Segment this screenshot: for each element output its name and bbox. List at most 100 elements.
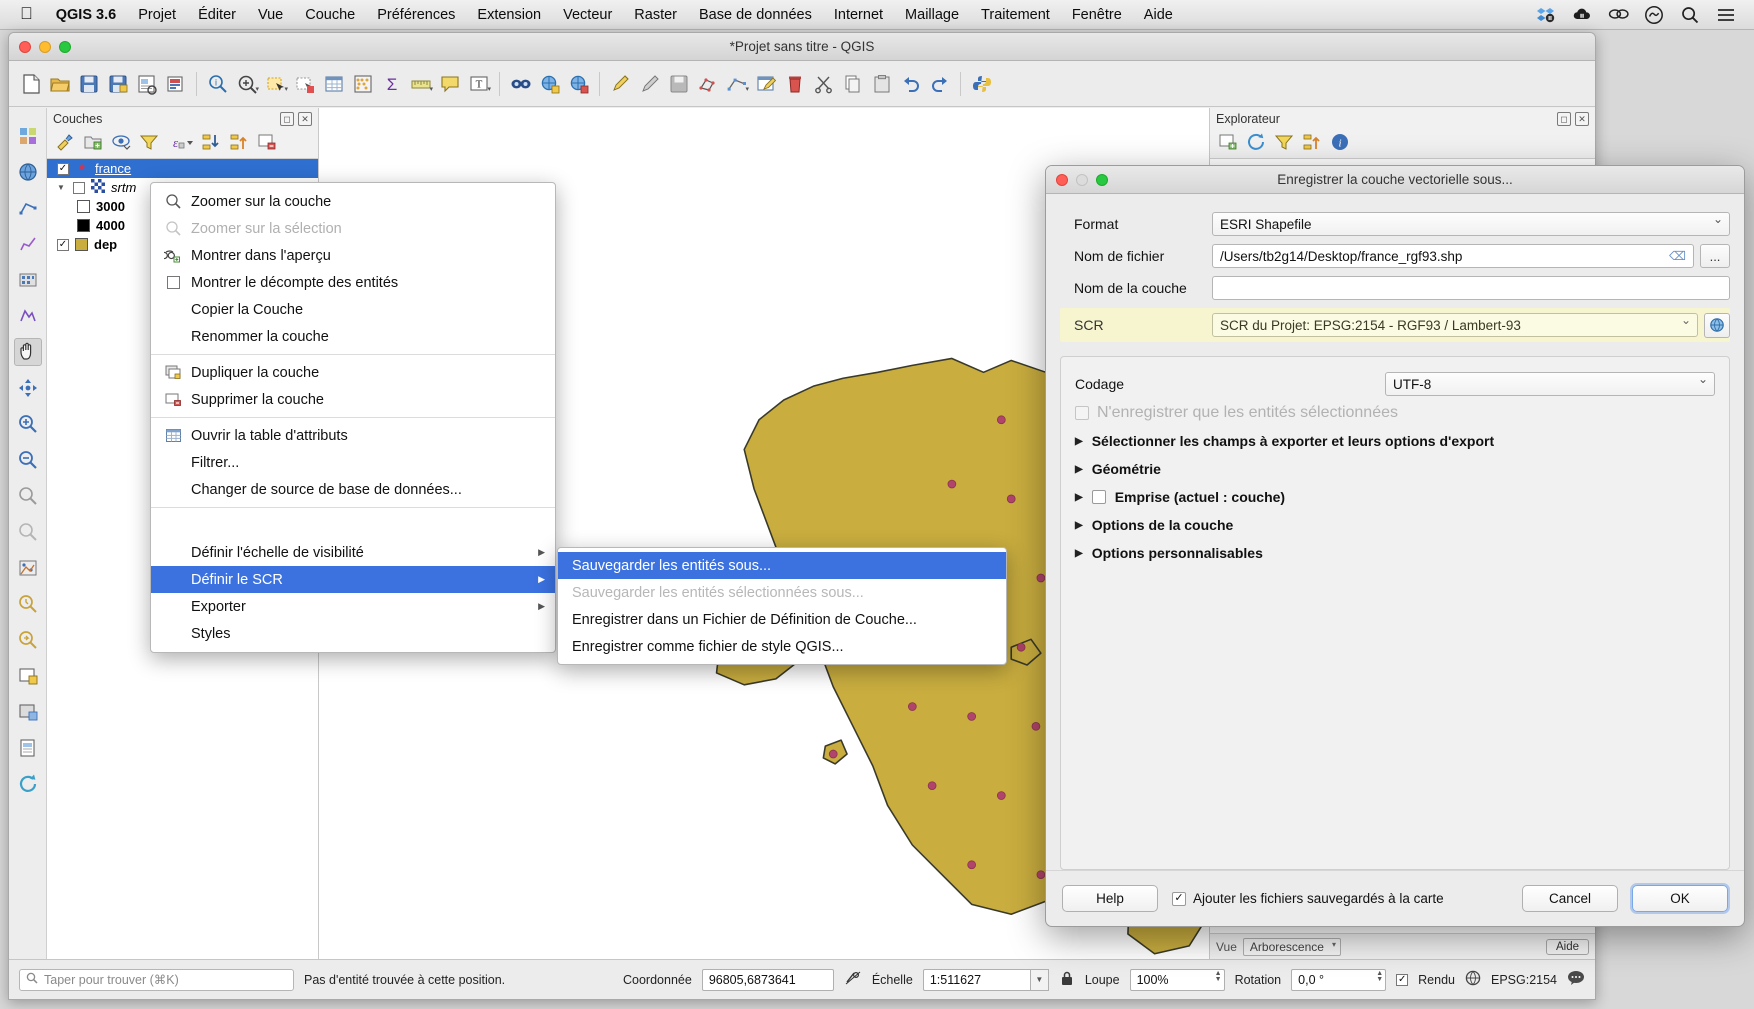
- section-custom-options[interactable]: ▶ Options personnalisables: [1075, 539, 1715, 567]
- submenu-item-save-as-layer-definition-file[interactable]: Enregistrer dans un Fichier de Définitio…: [558, 606, 1006, 633]
- chevron-right-icon[interactable]: ▶: [1075, 464, 1083, 475]
- new-spatialite-layer-icon[interactable]: [14, 230, 42, 258]
- info-icon[interactable]: i: [1330, 132, 1350, 157]
- encoding-combo[interactable]: UTF-8: [1385, 372, 1715, 396]
- context-item-open-attribute-table[interactable]: Ouvrir la table d'attributs: [151, 422, 555, 449]
- dialog-maximize-button[interactable]: [1096, 174, 1108, 186]
- magnifier-input[interactable]: 100% ▲▼: [1130, 969, 1225, 991]
- new-3d-map-view-icon[interactable]: [14, 698, 42, 726]
- deselect-features-icon[interactable]: [291, 70, 318, 97]
- context-item-show-in-overview[interactable]: Montrer dans l'aperçu: [151, 242, 555, 269]
- context-item-properties[interactable]: Styles: [151, 620, 555, 647]
- redo-icon[interactable]: [926, 70, 953, 97]
- abacus-icon[interactable]: [349, 70, 376, 97]
- layer-context-menu[interactable]: Zoomer sur la couche Zoomer sur la sélec…: [150, 182, 556, 653]
- remove-layer-or-group-icon[interactable]: [257, 132, 277, 157]
- layer-row-france[interactable]: ✓ france: [47, 159, 318, 178]
- zoom-full-icon[interactable]: [14, 482, 42, 510]
- maximize-window-button[interactable]: [59, 41, 71, 53]
- context-item-remove-layer[interactable]: Supprimer la couche: [151, 386, 555, 413]
- add-delimited-text-icon[interactable]: [14, 266, 42, 294]
- checkbox-icon[interactable]: [163, 276, 183, 289]
- layer-visibility-checkbox[interactable]: [73, 182, 85, 194]
- open-layer-styling-icon[interactable]: [55, 132, 75, 157]
- python-console-icon[interactable]: [968, 70, 995, 97]
- add-to-map-row[interactable]: ✓ Ajouter les fichiers sauvegardés à la …: [1172, 891, 1444, 906]
- select-crs-button[interactable]: [1704, 313, 1730, 338]
- open-attribute-table-icon[interactable]: [320, 70, 347, 97]
- scale-input[interactable]: 1:511627: [923, 969, 1031, 991]
- zoom-to-selection-icon[interactable]: [14, 518, 42, 546]
- refresh-map-icon[interactable]: [14, 770, 42, 798]
- save-layer-edits-icon[interactable]: [665, 70, 692, 97]
- dialog-traffic-lights[interactable]: [1056, 174, 1108, 186]
- menu-vue[interactable]: Vue: [247, 5, 294, 25]
- menu-editer[interactable]: Éditer: [187, 5, 247, 25]
- context-item-copy-layer[interactable]: Copier la Couche: [151, 296, 555, 323]
- edit-pencil-icon[interactable]: [636, 70, 663, 97]
- menu-base-de-donnees[interactable]: Base de données: [688, 5, 823, 25]
- chevron-right-icon[interactable]: ▶: [1075, 520, 1083, 531]
- collapse-all-icon[interactable]: [1302, 132, 1322, 157]
- browser-view-mode-combo[interactable]: Arborescence: [1243, 938, 1341, 956]
- messages-icon[interactable]: [1567, 970, 1585, 989]
- context-item-show-feature-count[interactable]: Montrer le décompte des entités: [151, 269, 555, 296]
- zoom-in-icon[interactable]: [14, 410, 42, 438]
- context-item-duplicate-layer[interactable]: Dupliquer la couche: [151, 359, 555, 386]
- identify-features-icon[interactable]: i: [204, 70, 231, 97]
- menu-fenetre[interactable]: Fenêtre: [1061, 5, 1133, 25]
- expand-triangle-icon[interactable]: ▼: [57, 183, 67, 192]
- section-extent[interactable]: ▶ Emprise (actuel : couche): [1075, 483, 1715, 511]
- pan-map-tool-icon[interactable]: [14, 338, 42, 366]
- add-postgis-layer-icon[interactable]: [14, 302, 42, 330]
- context-item-filter[interactable]: Filtrer...: [151, 449, 555, 476]
- undo-icon[interactable]: [897, 70, 924, 97]
- statistical-summary-icon[interactable]: Σ: [378, 70, 405, 97]
- paste-features-icon[interactable]: [868, 70, 895, 97]
- vertex-tool-icon[interactable]: ▾: [723, 70, 750, 97]
- menu-vecteur[interactable]: Vecteur: [552, 5, 623, 25]
- minimize-window-button[interactable]: [39, 41, 51, 53]
- scale-dropdown-button[interactable]: ▼: [1031, 969, 1049, 991]
- context-item-exporter[interactable]: Définir le SCR ▶: [151, 566, 555, 593]
- copy-features-icon[interactable]: [839, 70, 866, 97]
- magnifier-stepper[interactable]: ▲▼: [1215, 971, 1222, 983]
- measure-line-icon[interactable]: ▾: [407, 70, 434, 97]
- rotation-input[interactable]: 0,0 ° ▲▼: [1291, 969, 1386, 991]
- close-panel-button[interactable]: ✕: [1575, 112, 1589, 126]
- menu-internet[interactable]: Internet: [823, 5, 894, 25]
- refresh-icon[interactable]: [1246, 132, 1266, 157]
- context-item-set-scale-visibility[interactable]: [151, 512, 555, 539]
- new-text-annotation-icon[interactable]: T▾: [465, 70, 492, 97]
- dropbox-icon[interactable]: [1536, 5, 1556, 25]
- pan-map-icon[interactable]: ▾: [233, 70, 260, 97]
- delete-selected-icon[interactable]: [781, 70, 808, 97]
- format-combo[interactable]: ESRI Shapefile: [1212, 212, 1730, 236]
- crs-label[interactable]: EPSG:2154: [1491, 973, 1557, 987]
- modify-attributes-icon[interactable]: [752, 70, 779, 97]
- toggle-extents-icon[interactable]: [844, 969, 862, 990]
- layout-manager-icon[interactable]: [133, 70, 160, 97]
- section-geometry[interactable]: ▶ Géométrie: [1075, 455, 1715, 483]
- new-bookmark-icon[interactable]: [536, 70, 563, 97]
- spatial-bookmarks-icon[interactable]: [507, 70, 534, 97]
- open-project-icon[interactable]: [46, 70, 73, 97]
- submenu-item-save-as-qgis-style-file[interactable]: Enregistrer comme fichier de style QGIS.…: [558, 633, 1006, 660]
- section-fields[interactable]: ▶ Sélectionner les champs à exporter et …: [1075, 427, 1715, 455]
- chevron-right-icon[interactable]: ▶: [1075, 492, 1083, 503]
- add-to-map-checkbox[interactable]: ✓: [1172, 892, 1186, 906]
- menu-couche[interactable]: Couche: [294, 5, 366, 25]
- apple-icon[interactable]: : [12, 5, 45, 24]
- print-layouts-icon[interactable]: [162, 70, 189, 97]
- context-item-set-crs[interactable]: Définir l'échelle de visibilité ▶: [151, 539, 555, 566]
- filter-legend-expression-icon[interactable]: ε: [167, 132, 193, 157]
- layername-input[interactable]: [1212, 276, 1730, 300]
- menu-aide[interactable]: Aide: [1133, 5, 1184, 25]
- save-project-icon[interactable]: [75, 70, 102, 97]
- crs-globe-icon[interactable]: [1465, 970, 1481, 989]
- zoom-last-icon[interactable]: [14, 590, 42, 618]
- chevron-right-icon[interactable]: ▶: [1075, 436, 1083, 447]
- zoom-next-icon[interactable]: [14, 626, 42, 654]
- dialog-close-button[interactable]: [1056, 174, 1068, 186]
- extent-checkbox[interactable]: [1092, 490, 1106, 504]
